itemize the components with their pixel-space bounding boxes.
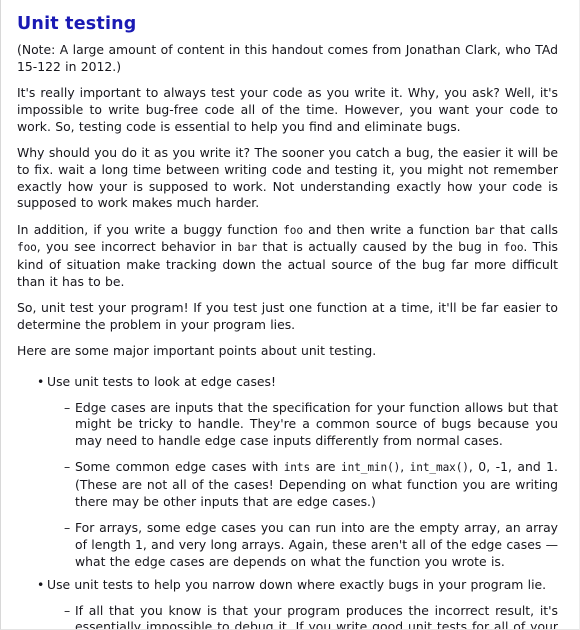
paragraph-foo-bar: In addition, if you write a buggy functi… — [17, 221, 558, 290]
sub-list-item-label: Some common edge cases with ints are int… — [75, 459, 558, 510]
bullet-icon: • — [37, 576, 45, 592]
code-span: int_min() — [341, 461, 401, 475]
code-span: bar — [474, 223, 495, 237]
sub-list-item-label: If all that you know is that your progra… — [75, 602, 558, 630]
code-span: int_max() — [409, 461, 469, 475]
dash-icon: – — [64, 459, 71, 475]
document-content: Unit testing (Note: A large amount of co… — [17, 13, 558, 630]
bullet-icon: • — [37, 373, 45, 389]
code-span: foo — [17, 241, 37, 255]
paragraph-intro: It's really important to always test you… — [17, 85, 558, 134]
list-item: • Use unit tests to look at edge cases! … — [17, 374, 558, 571]
sub-list-item-label: For arrays, some edge cases you can run … — [75, 520, 558, 569]
page-title: Unit testing — [17, 14, 137, 34]
list-item-label: Use unit tests to look at edge cases! — [47, 373, 276, 389]
unit-testing-points-list: • Use unit tests to look at edge cases! … — [17, 374, 558, 630]
sub-list-item: – Some common edge cases with ints are i… — [47, 459, 558, 510]
dash-icon: – — [64, 399, 71, 415]
sub-list-item: – Edge cases are inputs that the specifi… — [47, 400, 558, 450]
dash-icon: – — [64, 602, 71, 618]
paragraph-so-unit-test: So, unit test your program! If you test … — [17, 300, 558, 333]
sub-list: – If all that you know is that your prog… — [47, 602, 558, 630]
dash-icon: – — [64, 520, 71, 536]
sub-list-item-label: Edge cases are inputs that the specifica… — [75, 399, 558, 449]
document-page: Unit testing (Note: A large amount of co… — [0, 0, 580, 630]
code-span: bar — [237, 241, 258, 255]
paragraph-why-now: Why should you do it as you write it? Th… — [17, 144, 558, 211]
paragraph-here-are-points: Here are some major important points abo… — [17, 343, 377, 359]
sub-list: – Edge cases are inputs that the specifi… — [47, 400, 558, 571]
code-span: foo — [503, 241, 524, 255]
sub-list-item: – If all that you know is that your prog… — [47, 602, 558, 630]
list-item: • Use unit tests to help you narrow down… — [17, 576, 558, 630]
list-item-label: Use unit tests to help you narrow down w… — [47, 576, 547, 592]
code-span: foo — [283, 223, 303, 237]
code-span: ints — [283, 461, 311, 475]
paragraph-list: (Note: A large amount of content in this… — [17, 42, 558, 360]
paragraph-note: (Note: A large amount of content in this… — [17, 42, 558, 74]
sub-list-item: – For arrays, some edge cases you can ru… — [47, 520, 558, 570]
